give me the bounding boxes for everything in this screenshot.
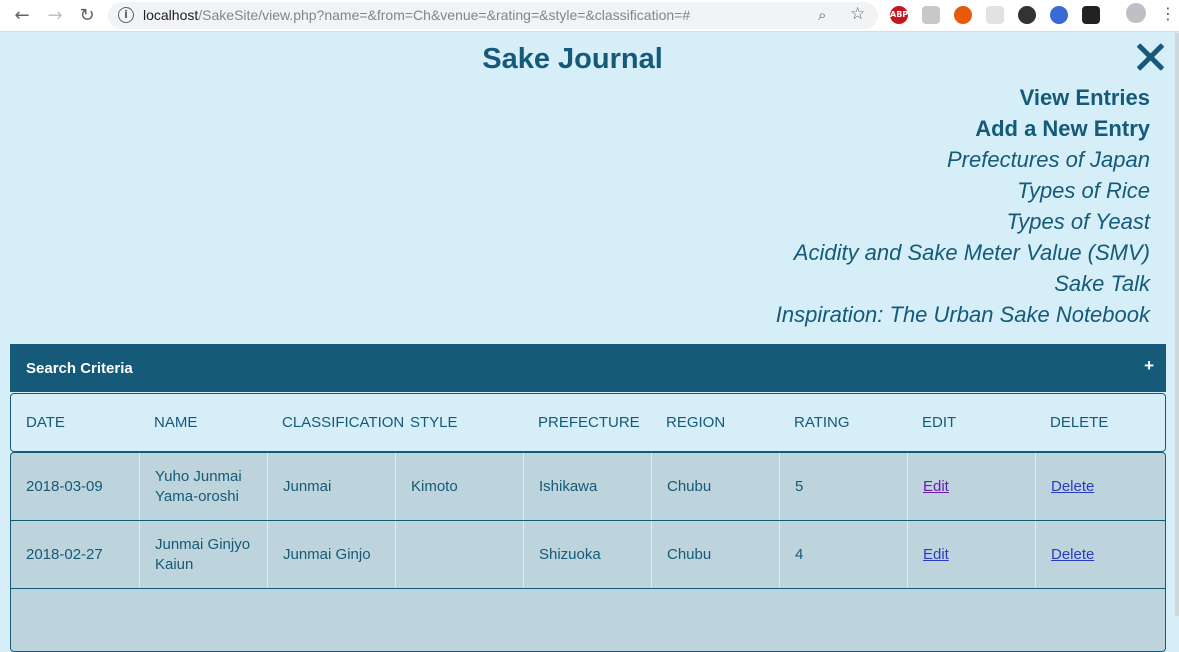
- header-rating: RATING: [794, 414, 850, 431]
- header-region: REGION: [666, 414, 726, 431]
- site-title: Sake Journal: [482, 43, 663, 75]
- browser-menu-icon[interactable]: ⋮: [1160, 4, 1176, 23]
- zoom-icon[interactable]: ⌕: [818, 6, 826, 24]
- cell-rating: 4: [779, 521, 907, 588]
- menu-item-sake-talk[interactable]: Sake Talk: [776, 268, 1150, 299]
- page-scrollbar[interactable]: [1175, 33, 1179, 616]
- cell-prefecture: Ishikawa: [523, 453, 651, 520]
- header-style: STYLE: [410, 414, 458, 431]
- cell-style: Kimoto: [395, 453, 523, 520]
- menu-item-acidity-smv[interactable]: Acidity and Sake Meter Value (SMV): [776, 237, 1150, 268]
- cell-edit: Edit: [907, 521, 1035, 588]
- back-icon[interactable]: ←: [9, 3, 35, 29]
- cell-edit: Edit: [907, 453, 1035, 520]
- browser-toolbar: ← → ↻ i localhost/SakeSite/view.php?name…: [0, 0, 1179, 32]
- menu-item-rice-types[interactable]: Types of Rice: [776, 175, 1150, 206]
- search-criteria-label: Search Criteria: [26, 360, 133, 377]
- url-path: /SakeSite/view.php?name=&from=Ch&venue=&…: [198, 7, 691, 23]
- delete-link[interactable]: Delete: [1051, 477, 1094, 497]
- cell-prefecture: Shizuoka: [523, 521, 651, 588]
- search-criteria-toggle[interactable]: Search Criteria +: [10, 344, 1166, 392]
- cell-region: Chubu: [651, 521, 779, 588]
- table-row: 2018-03-09 Yuho Junmai Yama-oroshi Junma…: [11, 453, 1165, 521]
- reload-icon[interactable]: ↻: [74, 3, 100, 29]
- table-header: DATE NAME CLASSIFICATION STYLE PREFECTUR…: [10, 393, 1166, 452]
- address-bar[interactable]: i localhost/SakeSite/view.php?name=&from…: [108, 2, 878, 29]
- cell-delete: Delete: [1035, 521, 1165, 588]
- edit-link[interactable]: Edit: [923, 477, 949, 497]
- cell-name: Junmai Ginjyo Kaiun: [139, 521, 267, 588]
- nav-menu: View Entries Add a New Entry Prefectures…: [776, 82, 1150, 330]
- edit-link[interactable]: Edit: [923, 545, 949, 565]
- header-delete: DELETE: [1050, 414, 1109, 431]
- menu-item-yeast-types[interactable]: Types of Yeast: [776, 206, 1151, 237]
- adblock-extension-icon[interactable]: ABP: [890, 6, 908, 24]
- circle-extension-icon[interactable]: [1050, 6, 1068, 24]
- cell-classification: Junmai: [267, 453, 395, 520]
- menu-item-inspiration[interactable]: Inspiration: The Urban Sake Notebook: [776, 299, 1150, 330]
- cell-style: [395, 521, 523, 588]
- delete-link[interactable]: Delete: [1051, 545, 1094, 565]
- table-body: 2018-03-09 Yuho Junmai Yama-oroshi Junma…: [10, 452, 1166, 652]
- header-name: NAME: [154, 414, 198, 431]
- table-row: 2018-02-27 Junmai Ginjyo Kaiun Junmai Gi…: [11, 521, 1165, 589]
- dark-extension-icon[interactable]: [1082, 6, 1100, 24]
- cell-name: Yuho Junmai Yama-oroshi: [139, 453, 267, 520]
- cell-delete: Delete: [1035, 453, 1165, 520]
- menu-item-view-entries[interactable]: View Entries: [776, 82, 1150, 113]
- panda-extension-icon[interactable]: [1018, 6, 1036, 24]
- info-icon[interactable]: i: [118, 7, 134, 23]
- url-host: localhost: [143, 7, 199, 23]
- extension-icon[interactable]: [922, 6, 940, 24]
- menu-item-prefectures[interactable]: Prefectures of Japan: [776, 144, 1150, 175]
- profile-avatar[interactable]: [1126, 3, 1146, 23]
- page-content: Sake Journal View Entries Add a New Entr…: [0, 33, 1179, 652]
- cell-date: 2018-02-27: [26, 545, 103, 563]
- menu-item-add-entry[interactable]: Add a New Entry: [776, 113, 1150, 144]
- cell-rating: 5: [779, 453, 907, 520]
- close-icon[interactable]: [1134, 41, 1166, 73]
- cell-region: Chubu: [651, 453, 779, 520]
- header-prefecture: PREFECTURE: [538, 414, 640, 431]
- cell-date: 2018-03-09: [26, 477, 103, 495]
- fire-extension-icon[interactable]: [954, 6, 972, 24]
- forward-icon[interactable]: →: [42, 3, 68, 29]
- bookmark-star-icon[interactable]: ☆: [850, 4, 865, 24]
- header-classification: CLASSIFICATION: [282, 414, 405, 431]
- cell-classification: Junmai Ginjo: [267, 521, 395, 588]
- grid-extension-icon[interactable]: [986, 6, 1004, 24]
- plus-icon[interactable]: +: [1144, 356, 1154, 376]
- header-date: DATE: [26, 414, 65, 431]
- url-text[interactable]: localhost/SakeSite/view.php?name=&from=C…: [143, 6, 690, 24]
- header-edit: EDIT: [922, 414, 957, 431]
